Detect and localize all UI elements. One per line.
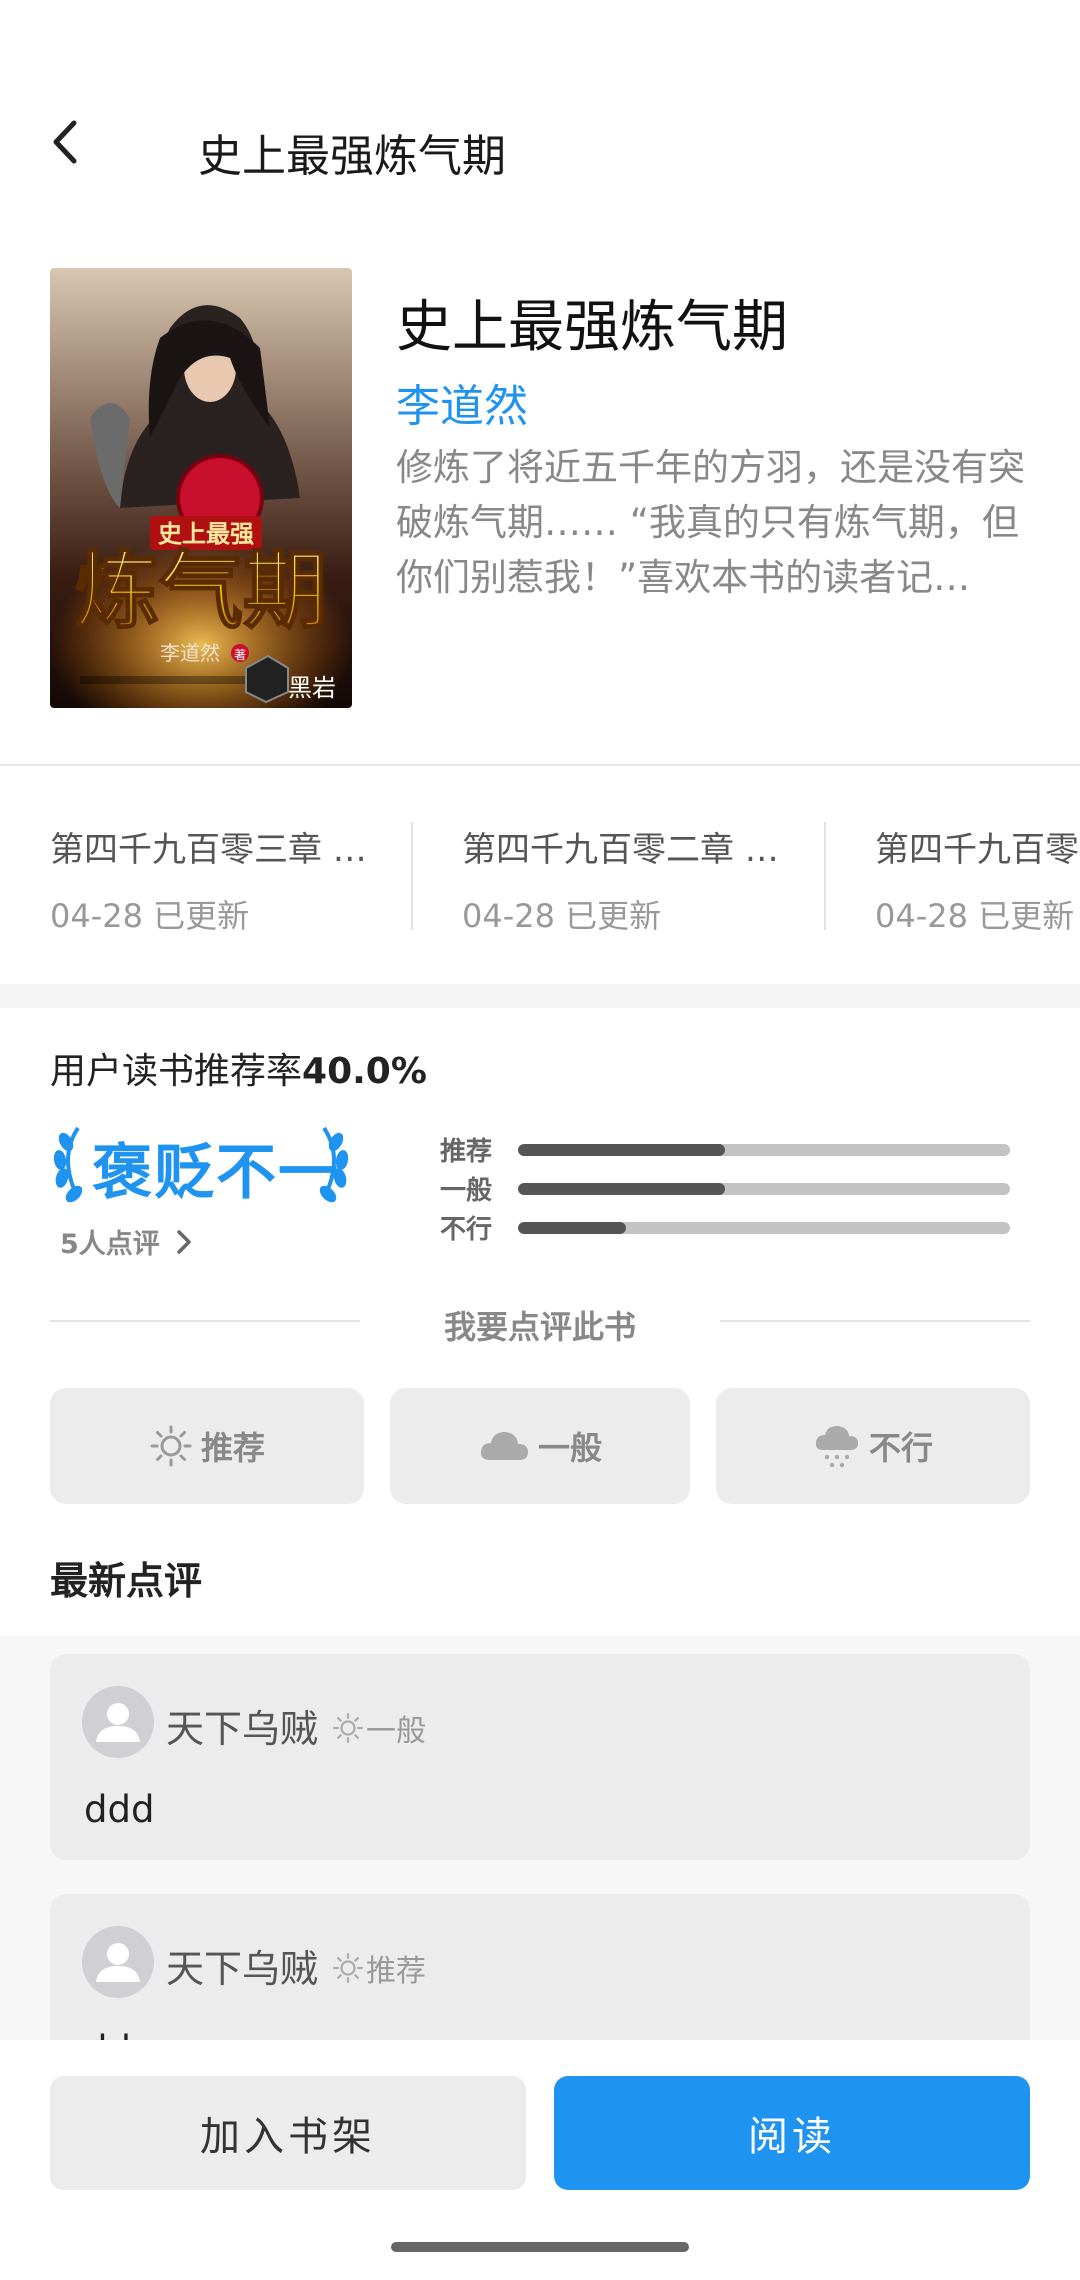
rating-bar-recommend: 推荐 bbox=[440, 1130, 1020, 1169]
review-prompt-text: 我要点评此书 bbox=[443, 1308, 636, 1346]
review-text: ddd bbox=[84, 1788, 155, 1831]
recommend-rate-label: 用户读书推荐率 bbox=[50, 1051, 303, 1092]
rating-bar-bad: 不行 bbox=[440, 1208, 1020, 1247]
chapter-title: 第四千九百零一章 bbox=[875, 830, 1080, 870]
book-info-section: 史上最强 炼气期 李道然 著 黑岩 史上最强炼气期 李道然 修炼了将近五千年的方… bbox=[0, 268, 1080, 710]
bottom-action-bar: 加入书架 阅读 bbox=[0, 2040, 1080, 2280]
back-button[interactable] bbox=[40, 112, 90, 172]
chapter-item[interactable]: 第四千九百零三章 … 04-28 已更新 bbox=[50, 822, 462, 935]
cover-title-text: 炼气期 bbox=[75, 542, 327, 640]
vote-average-label: 一般 bbox=[537, 1429, 602, 1467]
review-rating-label: 推荐 bbox=[366, 1954, 426, 1989]
chapter-date: 04-28 已更新 bbox=[462, 897, 662, 935]
rating-bar-track bbox=[518, 1221, 1010, 1234]
rating-bar-fill bbox=[518, 1182, 725, 1195]
user-icon bbox=[96, 1943, 140, 1982]
chevron-right-icon bbox=[177, 1229, 191, 1254]
rating-bar-fill bbox=[518, 1143, 725, 1156]
read-button[interactable]: 阅读 bbox=[554, 2076, 1030, 2190]
chapter-separator bbox=[411, 822, 413, 930]
reviewer-count: 5人点评 bbox=[60, 1229, 160, 1260]
rating-bar-track bbox=[518, 1182, 1010, 1195]
chapter-date: 04-28 已更新 bbox=[875, 897, 1075, 935]
review-card[interactable]: 天下乌贼 推荐 dd bbox=[50, 1894, 1030, 2040]
rating-bar-track bbox=[518, 1143, 1010, 1156]
review-rating-label: 一般 bbox=[366, 1714, 426, 1749]
cover-artwork: 史上最强 炼气期 李道然 著 黑岩 bbox=[50, 268, 352, 708]
rating-bar-label: 不行 bbox=[440, 1215, 493, 1245]
vote-bad-label: 不行 bbox=[868, 1429, 933, 1467]
rating-bar-fill bbox=[518, 1221, 627, 1234]
cloud-icon bbox=[480, 1432, 528, 1460]
recommend-rate: 用户读书推荐率40.0% bbox=[50, 1042, 427, 1094]
page-title: 史上最强炼气期 bbox=[198, 131, 506, 182]
vote-recommend-button[interactable]: 推荐 bbox=[50, 1388, 364, 1504]
vote-average-button[interactable]: 一般 bbox=[390, 1388, 690, 1504]
cover-author-badge: 著 bbox=[234, 648, 246, 662]
latest-reviews-title: 最新点评 bbox=[50, 1559, 203, 1603]
reviewer-name: 天下乌贼 bbox=[166, 1707, 319, 1751]
review-prompt: 我要点评此书 bbox=[50, 1296, 1030, 1350]
review-rating-tag: 一般 bbox=[332, 1706, 426, 1750]
chevron-left-icon bbox=[53, 120, 77, 164]
chapter-title: 第四千九百零三章 … bbox=[50, 830, 367, 870]
rating-bar-label: 推荐 bbox=[440, 1137, 493, 1167]
home-indicator[interactable] bbox=[391, 2242, 689, 2252]
review-text: dd bbox=[84, 2028, 131, 2040]
rating-bar-label: 一般 bbox=[440, 1176, 493, 1206]
book-author[interactable]: 李道然 bbox=[396, 370, 528, 434]
chapter-title: 第四千九百零二章 … bbox=[462, 830, 779, 870]
sun-icon bbox=[333, 1713, 363, 1743]
add-to-shelf-button[interactable]: 加入书架 bbox=[50, 2076, 526, 2190]
user-icon bbox=[96, 1703, 140, 1742]
rating-breakdown: 推荐 一般 不行 bbox=[440, 1130, 1020, 1247]
app-header: 史上最强炼气期 bbox=[0, 0, 1080, 220]
avatar[interactable] bbox=[82, 1686, 154, 1758]
verdict-badge: 褒贬不一 bbox=[48, 1118, 354, 1208]
cover-author-text: 李道然 bbox=[160, 641, 220, 665]
vote-buttons: 推荐 一般 不行 bbox=[50, 1388, 1030, 1504]
verdict-text: 褒贬不一 bbox=[92, 1138, 340, 1208]
rating-bar-average: 一般 bbox=[440, 1169, 1020, 1208]
chapter-date: 04-28 已更新 bbox=[50, 897, 250, 935]
section-spacer bbox=[0, 984, 1080, 1008]
book-title: 史上最强炼气期 bbox=[396, 295, 788, 360]
chapter-item[interactable]: 第四千九百零二章 … 04-28 已更新 bbox=[462, 822, 874, 935]
rain-cloud-icon bbox=[815, 1426, 858, 1468]
sun-icon bbox=[150, 1425, 192, 1467]
book-intro[interactable]: 修炼了将近五千年的方羽，还是没有突破炼气期…… “我真的只有炼气期，但你们别惹我… bbox=[396, 440, 1036, 605]
chapter-separator bbox=[824, 822, 826, 930]
avatar[interactable] bbox=[82, 1926, 154, 1998]
sun-icon bbox=[333, 1953, 363, 1983]
vote-recommend-label: 推荐 bbox=[200, 1429, 265, 1467]
latest-chapters: 第四千九百零三章 … 04-28 已更新 第四千九百零二章 … 04-28 已更… bbox=[0, 766, 1080, 984]
recommend-rate-value: 40.0% bbox=[302, 1051, 427, 1092]
review-card[interactable]: 天下乌贼 一般 ddd bbox=[50, 1654, 1030, 1860]
reviewer-name: 天下乌贼 bbox=[166, 1947, 319, 1991]
cover-publisher-text: 黑岩 bbox=[288, 674, 336, 702]
chapter-item[interactable]: 第四千九百零一章 04-28 已更新 bbox=[875, 822, 1080, 935]
vote-bad-button[interactable]: 不行 bbox=[716, 1388, 1030, 1504]
reviews-list[interactable]: 天下乌贼 一般 ddd 天下乌贼 推荐 bbox=[0, 1636, 1080, 2040]
reviewer-count-link[interactable]: 5人点评 bbox=[60, 1222, 192, 1261]
book-cover[interactable]: 史上最强 炼气期 李道然 著 黑岩 bbox=[50, 268, 352, 708]
review-rating-tag: 推荐 bbox=[332, 1946, 426, 1990]
